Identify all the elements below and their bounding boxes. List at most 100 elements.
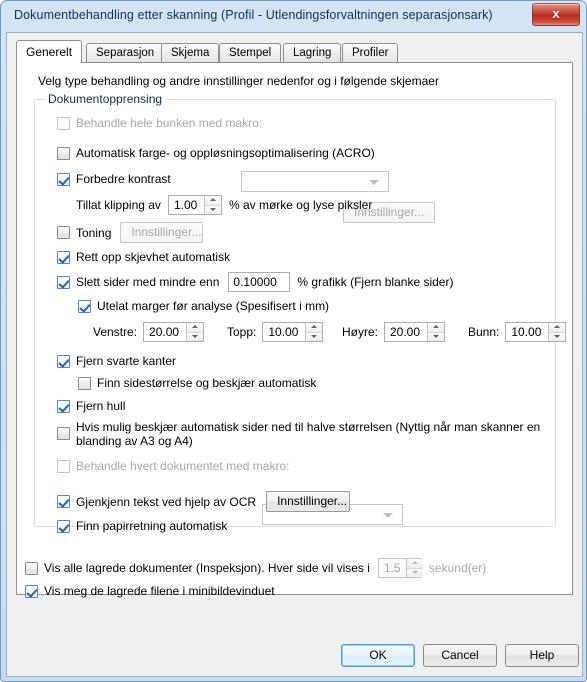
checkbox-inspeksjon[interactable]	[25, 561, 38, 575]
spinner-down-icon[interactable]	[204, 204, 221, 214]
dialog-button-bar: OK Cancel Help	[6, 635, 583, 677]
tab-stempel[interactable]: Stempel	[219, 43, 282, 62]
page-hint-text: Velg type behandling og andre innstillin…	[38, 74, 439, 88]
checkbox-halve-storrelsen[interactable]	[57, 427, 70, 440]
label-macro-each-doc: Behandle hvert dokumentet med makro:	[76, 459, 290, 473]
checkbox-utelat-marger[interactable]	[78, 299, 91, 313]
spinner-inspeksjon-buttons[interactable]	[405, 559, 423, 577]
row-deskew: Rett opp skjevhet automatisk	[57, 250, 230, 264]
spinner-margin-bunn[interactable]: 10.00	[505, 322, 567, 342]
spinner-down-icon[interactable]	[306, 331, 323, 341]
label-inspeksjon-suffix: sekund(er)	[428, 561, 487, 575]
label-ocr: Gjenkjenn tekst ved hjelp av OCR	[76, 494, 257, 509]
label-margin-hoyre: Høyre:	[342, 325, 378, 339]
checkbox-macro-batch[interactable]	[57, 116, 70, 130]
spinner-up-icon[interactable]	[204, 196, 221, 205]
spinner-margin-topp-buttons[interactable]	[305, 323, 323, 341]
spinner-clipping[interactable]: 1.00	[167, 195, 222, 215]
spinner-margin-topp[interactable]: 10.00	[262, 322, 324, 342]
label-inspeksjon: Vis alle lagrede dokumenter (Inspeksjon)…	[44, 561, 370, 575]
checkbox-macro-each-doc[interactable]	[57, 459, 70, 473]
row-inspection: Vis alle lagrede dokumenter (Inspeksjon)…	[25, 558, 486, 578]
row-margin-venstre: Venstre: 20.00	[93, 322, 205, 342]
spinner-up-icon[interactable]	[306, 323, 323, 332]
spinner-up-icon[interactable]	[187, 323, 204, 332]
spinner-down-icon[interactable]	[406, 567, 423, 577]
checkbox-acro[interactable]	[57, 146, 70, 160]
tab-profiler[interactable]: Profiler	[342, 43, 399, 62]
ocr-settings-button[interactable]: Innstillinger...	[266, 491, 351, 512]
spinner-margin-venstre-value: 20.00	[149, 325, 180, 339]
tab-lagring[interactable]: Lagring	[283, 43, 342, 62]
checkbox-finn-papirretning[interactable]	[57, 519, 70, 533]
spinner-margin-venstre[interactable]: 20.00	[143, 322, 205, 342]
label-vis-lagrede-filer: Vis meg de lagrede filene i minibildevin…	[44, 584, 275, 598]
chevron-down-icon	[383, 512, 393, 518]
label-margin-topp: Topp:	[227, 325, 257, 339]
dialog-client-area: Generelt Separasjon Skjema Stempel Lagri…	[6, 32, 583, 635]
tab-generelt[interactable]: Generelt	[16, 40, 83, 63]
row-remove-black-edges: Fjern svarte kanter	[57, 354, 176, 368]
row-half-size-crop: Hvis mulig beskjær automatisk sider ned …	[57, 420, 547, 448]
row-toning: Toning Innstillinger...	[57, 222, 204, 243]
spinner-margin-topp-value: 10.00	[268, 325, 299, 339]
window-title: Dokumentbehandling etter skanning (Profi…	[14, 8, 493, 22]
spinner-inspeksjon-delay[interactable]: 1.5	[377, 558, 423, 578]
checkbox-forbedre-kontrast[interactable]	[57, 172, 70, 186]
spinner-margin-bunn-buttons[interactable]	[548, 323, 566, 341]
checkbox-finn-sidestorrelse[interactable]	[78, 376, 91, 390]
label-acro: Automatisk farge- og oppløsningsoptimali…	[76, 146, 375, 160]
row-ocr: Gjenkjenn tekst ved hjelp av OCR Innstil…	[57, 491, 351, 512]
spinner-up-icon[interactable]	[406, 559, 423, 568]
label-fjern-hull: Fjern hull	[76, 399, 126, 413]
row-remove-holes: Fjern hull	[57, 399, 125, 413]
label-rett-opp-skjevhet: Rett opp skjevhet automatisk	[76, 250, 231, 264]
close-icon: x	[552, 6, 560, 21]
close-button[interactable]: x	[532, 3, 580, 26]
checkbox-vis-lagrede-filer[interactable]	[25, 584, 38, 598]
tab-separasjon[interactable]: Separasjon	[86, 43, 165, 62]
row-macro-each-doc: Behandle hvert dokumentet med makro:	[57, 459, 289, 473]
checkbox-rett-opp-skjevhet[interactable]	[57, 250, 70, 264]
spinner-up-icon[interactable]	[428, 323, 444, 332]
ok-button[interactable]: OK	[341, 644, 415, 667]
toning-settings-button[interactable]: Innstillinger...	[120, 222, 204, 243]
label-finn-sidestorrelse: Finn sidestørrelse og beskjær automatisk	[97, 376, 317, 390]
spinner-down-icon[interactable]	[428, 331, 444, 341]
input-blank-threshold[interactable]: 0.10000	[228, 272, 291, 292]
cancel-button[interactable]: Cancel	[423, 644, 497, 667]
label-clipping-suffix: % av mørke og lyse piksler	[228, 198, 373, 212]
row-macro-batch: Behandle hele bunken med makro:	[57, 116, 262, 130]
spinner-clipping-value: 1.00	[173, 198, 198, 212]
dialog-window: Dokumentbehandling etter skanning (Profi…	[0, 0, 587, 682]
checkbox-fjern-svarte-kanter[interactable]	[57, 354, 70, 368]
row-clipping: Tillat klipping av 1.00 % av mørke og ly…	[76, 195, 372, 215]
spinner-margin-venstre-buttons[interactable]	[186, 323, 204, 341]
label-margin-bunn: Bunn:	[468, 325, 500, 339]
spinner-margin-hoyre[interactable]: 20.00	[384, 322, 445, 342]
tab-page-generelt: Velg type behandling og andre innstillin…	[16, 62, 573, 598]
checkbox-ocr[interactable]	[57, 495, 70, 508]
spinner-down-icon[interactable]	[187, 331, 204, 341]
spinner-clipping-buttons[interactable]	[203, 196, 221, 214]
row-margin-hoyre: Høyre: 20.00	[342, 322, 445, 342]
spinner-up-icon[interactable]	[549, 323, 566, 332]
tab-strip: Generelt Separasjon Skjema Stempel Lagri…	[16, 40, 576, 63]
row-margin-bunn: Bunn: 10.00	[468, 322, 567, 342]
label-utelat-marger: Utelat marger før analyse (Spesifisert i…	[97, 299, 330, 313]
label-macro-batch: Behandle hele bunken med makro:	[76, 116, 263, 130]
spinner-margin-bunn-value: 10.00	[511, 325, 542, 339]
help-button[interactable]: Help	[505, 644, 579, 667]
row-margin-topp: Topp: 10.00	[227, 322, 324, 342]
row-show-thumbnails: Vis meg de lagrede filene i minibildevin…	[25, 584, 275, 598]
row-contrast: Forbedre kontrast	[57, 172, 171, 186]
spinner-margin-hoyre-buttons[interactable]	[427, 323, 444, 341]
combo-macro-batch[interactable]	[241, 171, 389, 192]
tab-skjema[interactable]: Skjema	[161, 43, 220, 62]
row-ignore-margins: Utelat marger før analyse (Spesifisert i…	[78, 299, 329, 313]
checkbox-toning[interactable]	[57, 226, 70, 239]
row-acro: Automatisk farge- og oppløsningsoptimali…	[57, 146, 375, 160]
checkbox-fjern-hull[interactable]	[57, 399, 70, 413]
checkbox-slett-sider[interactable]	[57, 275, 70, 289]
spinner-down-icon[interactable]	[549, 331, 566, 341]
